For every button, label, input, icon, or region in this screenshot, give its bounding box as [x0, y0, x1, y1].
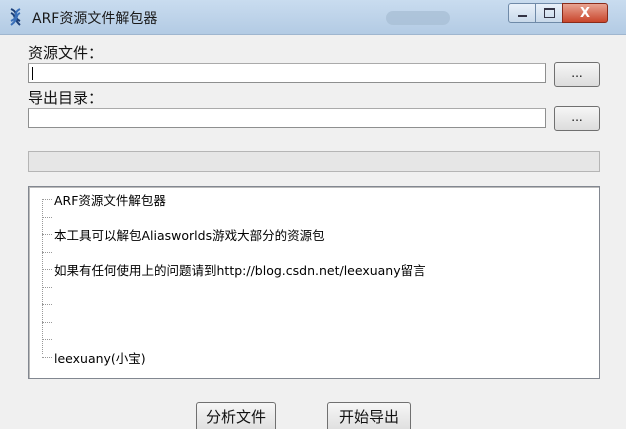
window-title: ARF资源文件解包器	[32, 11, 158, 27]
tree-branch	[42, 216, 52, 218]
tree-branch	[42, 199, 52, 200]
tree-branch	[42, 234, 52, 235]
tree-item-label: ARF资源文件解包器	[54, 193, 166, 208]
tree-item[interactable]	[42, 313, 582, 331]
tree-branch	[42, 304, 52, 305]
title-bar[interactable]: ARF资源文件解包器 X	[0, 0, 626, 35]
maximize-button[interactable]	[535, 3, 563, 23]
tree-item[interactable]	[42, 278, 582, 296]
start-export-button[interactable]: 开始导出	[327, 402, 411, 429]
tree-item[interactable]	[42, 208, 582, 226]
browse-output-button[interactable]: ...	[554, 106, 600, 131]
tree-branch	[42, 339, 52, 340]
tree-item-label: 本工具可以解包Aliasworlds游戏大部分的资源包	[54, 228, 325, 243]
app-dna-icon	[8, 8, 24, 26]
minimize-icon	[517, 15, 527, 17]
minimize-button[interactable]	[508, 3, 536, 23]
info-tree-view[interactable]: ARF资源文件解包器本工具可以解包Aliasworlds游戏大部分的资源包如果有…	[28, 186, 600, 379]
blurred-label	[386, 11, 450, 25]
tree-branch	[42, 269, 52, 270]
tree-item[interactable]	[42, 243, 582, 261]
source-file-input[interactable]	[28, 63, 546, 83]
output-dir-input[interactable]	[28, 108, 546, 128]
progress-bar	[28, 151, 600, 172]
tree-item[interactable]: ARF资源文件解包器	[42, 190, 582, 208]
tree-branch	[42, 321, 52, 323]
maximize-icon	[543, 8, 555, 18]
tree-branch	[42, 356, 52, 358]
tree-branch	[42, 251, 52, 253]
tree-item[interactable]	[42, 330, 582, 348]
tree-item-label: leexuany(小宝)	[54, 350, 146, 366]
main-window: ARF资源文件解包器 X 资源文件： ... 导出目录： ... ARF资源文件…	[0, 0, 626, 429]
close-button[interactable]: X	[562, 3, 608, 23]
tree-item[interactable]: 本工具可以解包Aliasworlds游戏大部分的资源包	[42, 225, 582, 243]
output-dir-label: 导出目录：	[28, 89, 104, 107]
text-caret	[32, 67, 33, 80]
source-file-label: 资源文件：	[28, 44, 104, 62]
analyze-file-button[interactable]: 分析文件	[196, 402, 276, 429]
tree-item-label: 如果有任何使用上的问题请到http://blog.csdn.net/leexua…	[54, 263, 426, 278]
tree-item[interactable]	[42, 295, 582, 313]
close-icon: X	[579, 5, 591, 21]
tree-branch	[42, 286, 52, 288]
tree-item[interactable]: 如果有任何使用上的问题请到http://blog.csdn.net/leexua…	[42, 260, 582, 278]
tree-item[interactable]: leexuany(小宝)	[42, 348, 582, 366]
browse-source-button[interactable]: ...	[554, 62, 600, 87]
